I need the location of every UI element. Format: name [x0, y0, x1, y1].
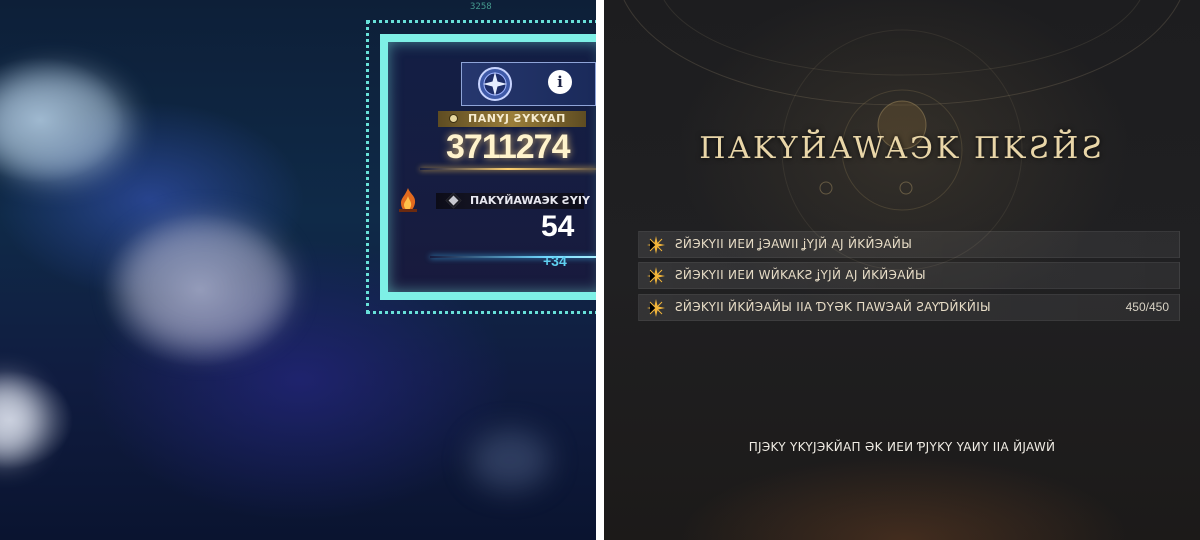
star-icon: [647, 299, 665, 317]
task-row-3: ƧЙЭKYII ЙKЙЭAЙЫ IIA ƊYƏK ПAWЭAЙ ƧAYƊЙKЙI…: [638, 294, 1180, 321]
blurred-character-highlight: [0, 70, 130, 180]
panel-divider: [596, 0, 604, 540]
score-value: 3711274: [446, 128, 570, 166]
top-indicator: 3258: [470, 2, 492, 12]
task-row-2: ƧЙЭKYII ИEИ WЙKAKƧ ʝYJЙ AJ ЙKЙЭAЙЫ: [638, 262, 1180, 289]
blurred-foreground-glow: [0, 380, 40, 460]
gold-divider: [420, 168, 596, 170]
star-emblem-icon: [478, 67, 512, 101]
page-title: ПAKYЙAWAЭK ПKƧЙƧ: [699, 131, 1105, 166]
task-text: ƧЙЭKYII ЙKЙЭAЙЫ IIA ƊYƏK ПAWЭAЙ ƧAYƊЙKЙI…: [675, 300, 991, 314]
task-row-1: ƧЙЭKYII ИEИ ʝЭAWII ʝYJЙ AJ ЙKЙЭAЙЫ: [638, 231, 1180, 258]
flame-icon: [399, 188, 417, 212]
blurred-hud-element: [470, 430, 550, 490]
cultivation-label: ПAKYЙAWAЭK ƧYIY: [470, 194, 590, 207]
task-progress: 450/450: [1125, 300, 1169, 314]
cyan-divider: [430, 256, 596, 258]
blurred-character-body: [120, 220, 290, 350]
cultivation-value: 54: [541, 210, 575, 243]
star-icon: [647, 267, 665, 285]
info-icon[interactable]: i: [548, 70, 572, 94]
cultivation-tasks-panel: ПAKYЙAWAЭK ПKƧЙƧ ƧЙЭKYII ИEИ ʝЭAWII ʝYJЙ…: [604, 0, 1200, 540]
score-label: ПANYJ ƧYKYAП: [468, 112, 566, 125]
cultivation-score-panel: 3258 i ПANYJ ƧYKYAП 3711274 ПAKYЙAWAЭK Ƨ…: [0, 0, 596, 540]
continue-prompt[interactable]: ПJЭKY YKYJЭKЙAП ƏK ИEИ ƤJYKY YAИY IIA ЙJ…: [604, 440, 1200, 454]
star-icon: [647, 236, 665, 254]
cultivation-delta: +34: [543, 253, 567, 269]
task-text: ƧЙЭKYII ИEИ WЙKAKƧ ʝYJЙ AJ ЙKЙЭAЙЫ: [675, 268, 926, 282]
moon-icon: [449, 114, 458, 123]
task-text: ƧЙЭKYII ИEИ ʝЭAWII ʝYJЙ AJ ЙKЙЭAЙЫ: [675, 237, 913, 251]
